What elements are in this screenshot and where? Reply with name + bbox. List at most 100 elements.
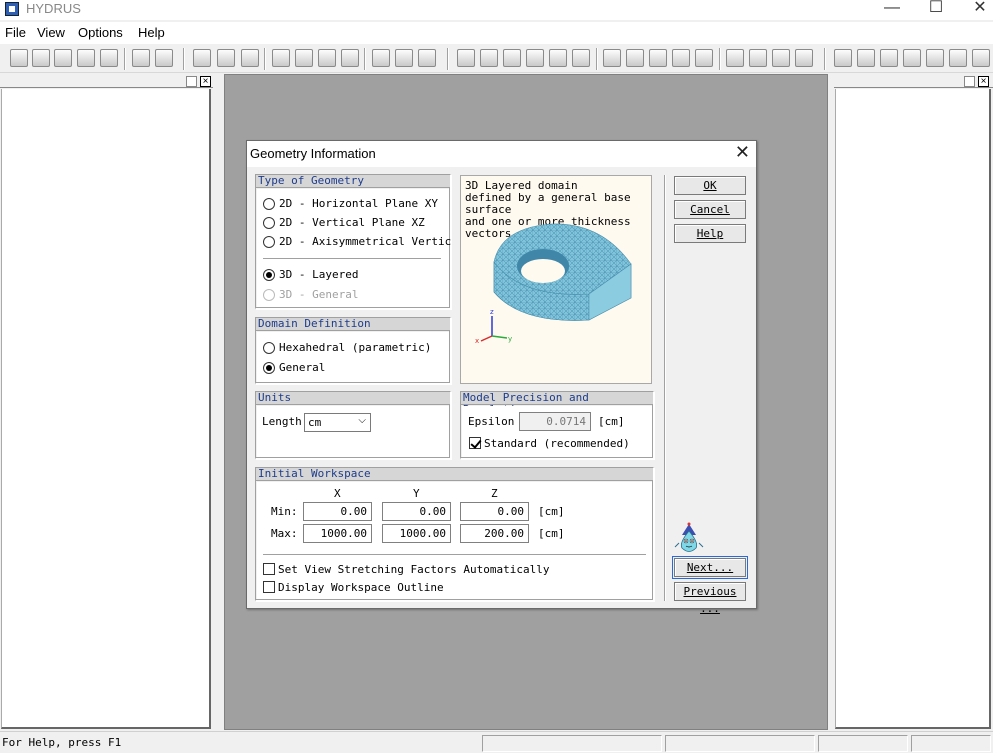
ok-button[interactable]: OK <box>674 176 746 195</box>
print-icon[interactable] <box>100 49 118 67</box>
epsilon-label: Epsilon <box>468 415 515 428</box>
zoom-in-icon[interactable] <box>549 49 567 67</box>
standard-checkbox[interactable] <box>469 437 481 449</box>
right-panel-close-icon[interactable]: × <box>978 76 989 87</box>
max-y-field[interactable]: 1000.00 <box>382 524 451 543</box>
right-panel-minimize-icon[interactable] <box>964 76 975 87</box>
box-icon[interactable] <box>903 49 921 67</box>
min-x-field[interactable]: 0.00 <box>303 502 372 521</box>
lines-icon[interactable] <box>772 49 790 67</box>
radio-button[interactable] <box>263 217 275 229</box>
close-window-button[interactable]: ✕ <box>960 0 993 20</box>
menu-view[interactable]: View <box>37 25 65 40</box>
view-frame-icon[interactable] <box>457 49 475 67</box>
arrow-icon[interactable] <box>626 49 644 67</box>
view-fit-icon[interactable] <box>480 49 498 67</box>
toolbar-separator <box>719 48 721 70</box>
delete-icon[interactable] <box>241 49 259 67</box>
new-file-icon[interactable] <box>10 49 28 67</box>
left-panel-minimize-icon[interactable] <box>186 76 197 87</box>
table-icon[interactable] <box>77 49 95 67</box>
stretching-factors-checkbox[interactable] <box>263 563 275 575</box>
save-icon[interactable] <box>54 49 72 67</box>
min-label: Min: <box>271 505 298 518</box>
min-z-field[interactable]: 0.00 <box>460 502 529 521</box>
min-y-field[interactable]: 0.00 <box>382 502 451 521</box>
status-cell <box>482 735 662 752</box>
max-x-field[interactable]: 1000.00 <box>303 524 372 543</box>
slope-icon[interactable] <box>834 49 852 67</box>
left-navigator-panel: × <box>0 76 213 729</box>
grid-select-icon[interactable] <box>272 49 290 67</box>
layer-stack-icon[interactable] <box>926 49 944 67</box>
dialog-title: Geometry Information <box>250 146 376 161</box>
dialog-close-icon[interactable]: ✕ <box>735 142 750 163</box>
max-label: Max: <box>271 527 298 540</box>
zoom-out-icon[interactable] <box>526 49 544 67</box>
right-panel-body <box>835 89 991 729</box>
brush-icon[interactable] <box>749 49 767 67</box>
view-window-icon[interactable] <box>503 49 521 67</box>
open-folder-icon[interactable] <box>32 49 50 67</box>
initial-workspace-group: Initial Workspace X Y Z Min: 0.00 0.00 0… <box>255 467 654 601</box>
status-cell <box>818 735 908 752</box>
units-group: Units Length cm ⌵ <box>255 391 451 459</box>
app-title: HYDRUS <box>26 1 81 16</box>
panel-right-icon[interactable] <box>155 49 173 67</box>
mesh-icon[interactable] <box>695 49 713 67</box>
previous-button[interactable]: Previous ... <box>674 582 746 615</box>
workspace-outline-checkbox[interactable] <box>263 581 275 593</box>
toolbar <box>0 45 993 73</box>
axis-z-label: z <box>490 308 494 316</box>
wedge-icon[interactable] <box>857 49 875 67</box>
radio-button[interactable] <box>263 198 275 210</box>
radio-button[interactable] <box>263 236 275 248</box>
type-of-geometry-group: Type of Geometry 2D - Horizontal Plane X… <box>255 174 451 309</box>
left-panel-close-icon[interactable]: × <box>200 76 211 87</box>
menu-options[interactable]: Options <box>78 25 123 40</box>
layers-icon[interactable] <box>795 49 813 67</box>
grid-box-icon[interactable] <box>341 49 359 67</box>
grid-move-icon[interactable] <box>295 49 313 67</box>
cube-icon[interactable] <box>649 49 667 67</box>
undo-icon[interactable] <box>193 49 211 67</box>
length-unit-select[interactable]: cm ⌵ <box>304 413 371 432</box>
grid-crosshair-icon[interactable] <box>318 49 336 67</box>
redo-icon[interactable] <box>217 49 235 67</box>
radio-button[interactable] <box>263 362 275 374</box>
domain-definition-heading: Domain Definition <box>256 318 450 331</box>
next-button[interactable]: Next... <box>672 556 748 579</box>
minimize-button[interactable]: — <box>872 0 912 20</box>
columns-icon[interactable] <box>972 49 990 67</box>
layered-domain-illustration: z x y <box>475 223 632 345</box>
rotate-icon[interactable] <box>395 49 413 67</box>
menu-file[interactable]: File <box>5 25 26 40</box>
stretching-factors-label: Set View Stretching Factors Automaticall… <box>278 563 550 576</box>
epsilon-field: 0.0714 <box>519 412 591 431</box>
point-icon[interactable] <box>603 49 621 67</box>
surface-icon[interactable] <box>880 49 898 67</box>
menu-help[interactable]: Help <box>138 25 165 40</box>
length-unit-value: cm <box>308 416 322 429</box>
right-panel-header: × <box>834 76 993 88</box>
radio-label: General <box>279 361 326 374</box>
cancel-button[interactable]: Cancel <box>674 200 746 219</box>
bucket-icon[interactable] <box>726 49 744 67</box>
divider <box>263 258 441 260</box>
toolbar-separator <box>183 48 185 70</box>
help-button[interactable]: Help <box>674 224 746 243</box>
move-icon[interactable] <box>372 49 390 67</box>
radio-label: 2D - Vertical Plane XZ <box>279 216 425 229</box>
solid-icon[interactable] <box>672 49 690 67</box>
max-z-field[interactable]: 200.00 <box>460 524 529 543</box>
epsilon-unit: [cm] <box>598 415 625 428</box>
maximize-button[interactable]: ☐ <box>916 0 956 20</box>
transform-icon[interactable] <box>418 49 436 67</box>
radio-button[interactable] <box>263 342 275 354</box>
fence-icon[interactable] <box>949 49 967 67</box>
panel-left-icon[interactable] <box>132 49 150 67</box>
radio-button[interactable] <box>263 269 275 281</box>
vertical-divider <box>664 175 666 601</box>
zoom-reset-icon[interactable] <box>572 49 590 67</box>
units-heading: Units <box>256 392 450 405</box>
